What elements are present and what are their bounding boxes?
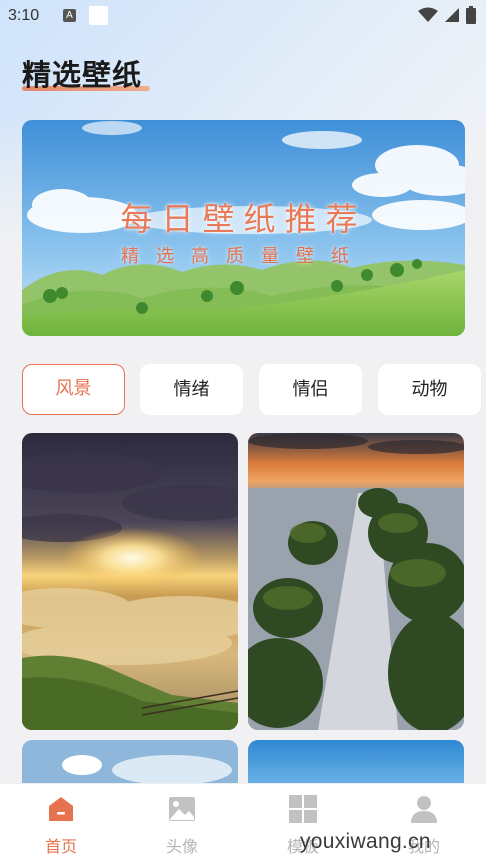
- banner-subtitle: 精选高质量壁纸: [121, 246, 366, 267]
- wallpaper-card[interactable]: [22, 433, 238, 730]
- tab-mood[interactable]: 情绪: [140, 364, 243, 415]
- wallpaper-card[interactable]: [248, 433, 464, 730]
- status-bar: 3:10 A: [0, 0, 486, 32]
- tab-couple[interactable]: 情侣: [259, 364, 362, 415]
- tab-animal[interactable]: 动物: [378, 364, 481, 415]
- battery-icon: [466, 6, 476, 24]
- signal-icon: [445, 8, 459, 22]
- page-title: 精选壁纸: [22, 58, 143, 92]
- home-icon: [49, 797, 73, 821]
- grid-icon: [289, 795, 317, 823]
- tab-scenery[interactable]: 风景: [22, 364, 125, 415]
- notification-square-icon: [89, 6, 108, 25]
- nav-avatar[interactable]: 头像: [121, 784, 243, 864]
- category-tabs: 风景 情绪 情侣 动物: [22, 364, 486, 416]
- status-time: 3:10: [8, 7, 40, 24]
- wifi-icon: [418, 7, 438, 22]
- status-icons: [418, 6, 476, 24]
- watermark: youxiwang.cn: [300, 830, 431, 853]
- image-icon: [169, 797, 195, 821]
- wallpaper-image-sunset-clouds: [22, 433, 238, 730]
- banner-title: 每日壁纸推荐: [120, 200, 367, 238]
- nav-avatar-label: 头像: [165, 837, 198, 856]
- user-icon: [411, 796, 437, 823]
- wallpaper-image-sea-rocks: [248, 433, 464, 730]
- notification-icon: A: [63, 9, 76, 22]
- daily-banner[interactable]: 每日壁纸推荐 精选高质量壁纸: [22, 120, 465, 336]
- nav-home[interactable]: 首页: [0, 784, 122, 864]
- nav-home-label: 首页: [44, 837, 77, 856]
